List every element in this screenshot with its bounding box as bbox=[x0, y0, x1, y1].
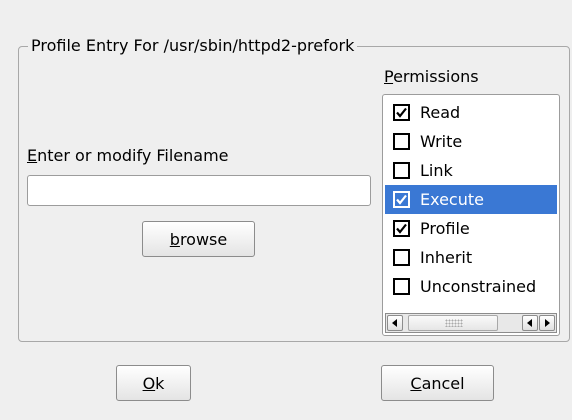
cancel-button[interactable]: Cancel bbox=[381, 365, 494, 401]
scroll-left-button-2[interactable] bbox=[522, 315, 538, 331]
permission-label: Write bbox=[420, 132, 463, 151]
filename-label: Enter or modify Filename bbox=[27, 147, 229, 165]
checkmark-icon bbox=[396, 107, 407, 118]
checkbox[interactable] bbox=[393, 249, 410, 266]
checkbox[interactable] bbox=[393, 278, 410, 295]
browse-label: rowse bbox=[179, 229, 228, 249]
cancel-mnemonic: C bbox=[410, 373, 422, 393]
browse-mnemonic: b bbox=[169, 229, 180, 249]
permissions-label-text: ermissions bbox=[393, 67, 479, 86]
scroll-left-button[interactable] bbox=[387, 315, 403, 331]
permission-item[interactable]: Read bbox=[385, 98, 557, 127]
filename-input[interactable] bbox=[27, 175, 371, 206]
ok-label: k bbox=[155, 373, 165, 393]
checkbox[interactable] bbox=[393, 220, 410, 237]
arrow-left-icon bbox=[392, 319, 397, 327]
permissions-mnemonic: P bbox=[384, 67, 394, 86]
permission-item[interactable]: Unconstrained bbox=[385, 272, 557, 301]
permissions-label: Permissions bbox=[384, 68, 479, 86]
checkbox[interactable] bbox=[393, 191, 410, 208]
permission-label: Inherit bbox=[420, 248, 473, 267]
cancel-label: ancel bbox=[421, 373, 465, 393]
grip-icon bbox=[445, 319, 463, 327]
ok-button[interactable]: Ok bbox=[116, 365, 191, 401]
permission-label: Profile bbox=[420, 219, 470, 238]
permission-label: Unconstrained bbox=[420, 277, 537, 296]
group-title: Profile Entry For /usr/sbin/httpd2-prefo… bbox=[28, 37, 358, 55]
permissions-list[interactable]: Read Write Link Execute Profile Inherit Uncons… bbox=[382, 94, 560, 336]
permission-item[interactable]: Link bbox=[385, 156, 557, 185]
checkmark-icon bbox=[396, 223, 407, 234]
permission-item[interactable]: Profile bbox=[385, 214, 557, 243]
permission-label: Execute bbox=[420, 190, 484, 209]
permission-label: Link bbox=[420, 161, 453, 180]
scroll-right-button[interactable] bbox=[539, 315, 555, 331]
checkbox[interactable] bbox=[393, 162, 410, 179]
checkbox[interactable] bbox=[393, 133, 410, 150]
ok-mnemonic: O bbox=[142, 373, 156, 393]
permissions-items: Read Write Link Execute Profile Inherit Uncons… bbox=[385, 98, 557, 301]
permission-item[interactable]: Write bbox=[385, 127, 557, 156]
checkmark-icon bbox=[396, 194, 407, 205]
checkbox[interactable] bbox=[393, 104, 410, 121]
filename-label-text: nter or modify Filename bbox=[37, 146, 229, 165]
arrow-right-icon bbox=[545, 319, 550, 327]
permission-label: Read bbox=[420, 103, 461, 122]
filename-label-mnemonic: E bbox=[27, 146, 38, 165]
arrow-left-icon bbox=[527, 319, 532, 327]
horizontal-scrollbar[interactable] bbox=[385, 313, 557, 333]
browse-button[interactable]: b rowse bbox=[142, 221, 255, 257]
permission-item[interactable]: Execute bbox=[385, 185, 557, 214]
permission-item[interactable]: Inherit bbox=[385, 243, 557, 272]
scrollbar-thumb[interactable] bbox=[408, 315, 498, 331]
